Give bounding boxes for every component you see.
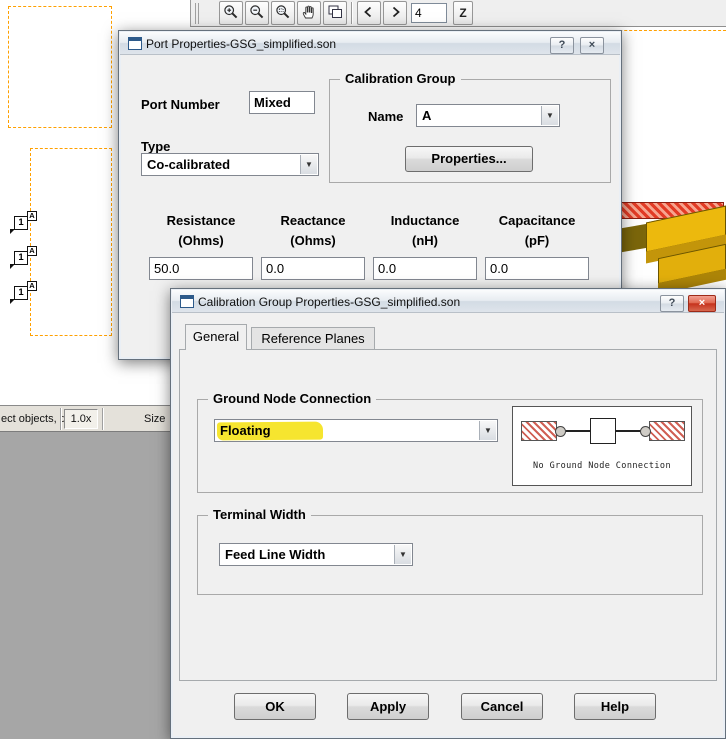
help-button[interactable]: ? [660,295,684,312]
component-square [590,418,616,444]
resistance-column: Resistance (Ohms) [149,213,253,285]
calibration-group-legend: Calibration Group [340,71,461,86]
port-type-value: Co-calibrated [147,157,231,172]
ground-hatch-right [649,421,685,441]
port-marker-1a[interactable]: 1 A [10,246,40,269]
calibration-group-dialog: Calibration Group Properties-GSG_simplif… [170,288,726,739]
port-marker-number: 1 [14,216,28,230]
resistance-unit: (Ohms) [178,233,224,248]
terminal-width-value: Feed Line Width [225,547,326,562]
port-marker-group: A [27,246,37,256]
calibration-name-dropdown[interactable]: A ▼ [416,104,560,127]
inductance-unit: (nH) [412,233,438,248]
chevron-down-icon[interactable]: ▼ [541,106,558,125]
zoom-in-icon [223,4,239,23]
zoom-in-button[interactable] [219,1,243,25]
terminal-width-dropdown[interactable]: Feed Line Width ▼ [219,543,413,566]
status-separator [102,408,103,430]
ground-node-legend: Ground Node Connection [208,391,377,406]
close-button[interactable]: × [688,295,716,312]
page-prev-button[interactable] [357,1,381,25]
port-dialog-titlebar[interactable]: Port Properties-GSG_simplified.son ? × [120,32,620,55]
zoom-out-button[interactable] [245,1,269,25]
calibration-name-value: A [422,108,432,123]
calib-dialog-title: Calibration Group Properties-GSG_simplif… [198,295,461,309]
capacitance-column: Capacitance (pF) [485,213,589,285]
resistance-input[interactable] [149,257,253,280]
size-label: Size [144,413,166,425]
port-number-label: Port Number [141,97,220,112]
port-marker-1a[interactable]: 1 A [10,211,40,234]
port-marker-group: A [27,211,37,221]
properties-button[interactable]: Properties... [405,146,533,172]
ground-connection-diagram: No Ground Node Connection [512,406,692,486]
capacitance-input[interactable] [485,257,589,280]
type-label: Type [141,139,171,154]
inductance-label: Inductance [390,213,460,228]
zoom-level-indicator[interactable]: 1.0x [64,409,98,429]
pan-hand-icon [301,4,317,23]
page-number-input[interactable] [411,3,447,23]
zoom-area-icon [275,4,291,23]
chevron-down-icon[interactable]: ▼ [394,545,411,564]
tab-reference-planes[interactable]: Reference Planes [251,327,375,349]
main-toolbar: Z [190,0,726,27]
apply-button[interactable]: Apply [347,693,429,720]
cancel-button[interactable]: Cancel [461,693,543,720]
port-number-input[interactable] [249,91,315,114]
ok-button[interactable]: OK [234,693,316,720]
name-label: Name [368,109,404,124]
chevron-down-icon[interactable]: ▼ [300,155,317,174]
status-separator [60,408,61,430]
ground-node-dropdown[interactable]: Floating ▼ [214,419,498,442]
port-marker-number: 1 [14,251,28,265]
node-circle-right [640,426,651,437]
port-marker-group: A [27,281,37,291]
selection-dashed-box-bottom [30,148,112,336]
status-hint-text: ect objects, d [1,413,66,425]
port-type-dropdown[interactable]: Co-calibrated ▼ [141,153,319,176]
capacitance-unit: (pF) [524,233,550,248]
cascade-windows-button[interactable] [323,1,347,25]
inductance-input[interactable] [373,257,477,280]
ground-hatch-left [521,421,557,441]
tab-general[interactable]: General [185,324,247,350]
chevron-right-icon [387,4,403,23]
node-circle-left [555,426,566,437]
toolbar-gripper[interactable] [195,3,199,24]
diagram-caption: No Ground Node Connection [533,461,671,471]
zoom-out-icon [249,4,265,23]
zoom-area-button[interactable] [271,1,295,25]
dialog-icon [128,37,142,50]
app-window: 1 A 1 A 1 A 4 Z ect objects, d 1.0x Size… [0,0,726,739]
toolbar-separator [351,2,352,24]
calibration-group-box: Calibration Group Name A ▼ Properties... [329,71,611,183]
reactance-input[interactable] [261,257,365,280]
reactance-unit: (Ohms) [290,233,336,248]
port-marker-1a[interactable]: 1 A [10,281,40,304]
port-dialog-title: Port Properties-GSG_simplified.son [146,37,337,51]
reactance-column: Reactance (Ohms) [261,213,365,285]
reactance-label: Reactance [280,213,346,228]
inductance-column: Inductance (nH) [373,213,477,285]
chevron-down-icon[interactable]: ▼ [479,421,496,440]
close-button[interactable]: × [580,37,604,54]
cascade-windows-icon [327,4,343,23]
pan-button[interactable] [297,1,321,25]
help-button[interactable]: ? [550,37,574,54]
terminal-width-legend: Terminal Width [208,507,311,522]
calib-dialog-titlebar[interactable]: Calibration Group Properties-GSG_simplif… [172,290,724,313]
chevron-left-icon [361,4,377,23]
dialog-icon [180,295,194,308]
help-button[interactable]: Help [574,693,656,720]
ground-node-value: Floating [220,423,271,438]
resistance-label: Resistance [166,213,236,228]
port-marker-number: 1 [14,286,28,300]
capacitance-label: Capacitance [498,213,576,228]
em-structure-3d [616,198,726,295]
selection-dashed-box-top [8,6,112,128]
z-button[interactable]: Z [453,1,473,25]
page-next-button[interactable] [383,1,407,25]
